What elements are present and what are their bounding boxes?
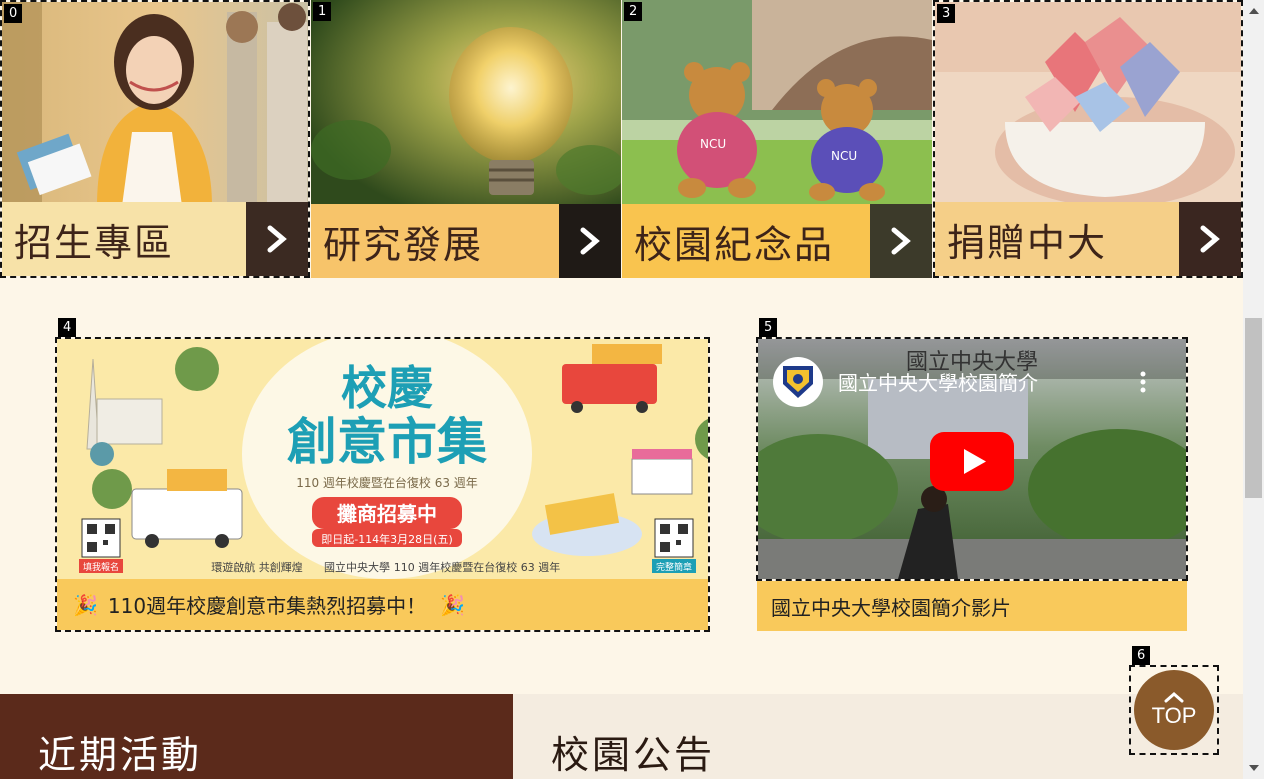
poster-footer-text: 110 週年校慶暨在台復校 63 週年 [394,560,560,574]
category-tiles: 0 招生專區 1 研究發展 2 NCU NCU 校園紀念品 3 捐贈中大 [0,0,1243,278]
scroll-down-arrow-icon[interactable] [1243,759,1264,777]
market-caption[interactable]: 🎉 110週年校慶創意市集熱烈招募中！ 🎉 [57,579,708,630]
svg-text:NCU: NCU [700,137,726,151]
market-caption-text: 110週年校慶創意市集熱烈招募中！ [107,594,427,618]
souvenirs-photo: NCU NCU [622,0,932,204]
poster-footer-slogan: 環遊啟航 共創輝煌 [211,560,303,574]
tile-label: 校園紀念品 [634,222,835,267]
page: 0 招生專區 1 研究發展 2 NCU NCU 校園紀念品 3 捐贈中大 4 校… [0,0,1243,779]
element-badge: 5 [759,318,778,337]
video-card: 國立中央大學 國立中央大學校園簡介 國立中央大學校園簡介影片 [756,337,1188,631]
poster-footer-org: 國立中央大學 [324,560,390,574]
element-badge: 1 [313,2,332,21]
poster-subtitle: 110 週年校慶暨在台復校 63 週年 [296,475,478,490]
poster-date: 即日起-114年3月28日(五) [321,532,453,546]
vertical-scrollbar[interactable] [1243,0,1264,779]
video-caption[interactable]: 國立中央大學校園簡介影片 [757,581,1187,631]
tile-label-bar: 研究發展 [311,204,621,278]
tile-research[interactable]: 1 研究發展 [311,0,621,278]
chevron-right-icon[interactable] [559,204,621,278]
tile-label: 捐贈中大 [947,220,1108,265]
tile-label-bar: 校園紀念品 [622,204,932,278]
scroll-up-arrow-icon[interactable] [1243,2,1264,20]
channel-avatar[interactable] [773,357,823,407]
chevron-up-icon [1164,692,1184,703]
poster-info-label: 完整簡章 [656,561,692,573]
youtube-embed[interactable]: 國立中央大學 國立中央大學校園簡介 [756,337,1188,581]
market-poster[interactable]: 校慶 創意市集 110 週年校慶暨在台復校 63 週年 攤商招募中 即日起-11… [57,339,708,579]
poster-banner: 攤商招募中 [337,502,437,526]
poster-title-1: 校慶 [341,361,433,415]
tile-admissions[interactable]: 0 招生專區 [0,0,310,278]
element-badge: 6 [1132,646,1151,665]
poster-signup-label: 填我報名 [83,561,119,573]
element-badge: 3 [937,4,956,23]
research-photo [311,0,621,204]
tile-souvenirs[interactable]: 2 NCU NCU 校園紀念品 [622,0,932,278]
tile-label-bar: 招生專區 [2,202,308,276]
more-vert-icon[interactable] [1140,371,1146,393]
admissions-photo [2,2,308,206]
element-badge: 4 [58,318,77,337]
scrollbar-thumb[interactable] [1245,318,1262,498]
element-badge: 2 [624,2,643,21]
back-to-top-button[interactable]: TOP [1134,670,1214,750]
tile-donate[interactable]: 3 捐贈中大 [933,0,1243,278]
tile-label-bar: 捐贈中大 [935,202,1241,276]
chevron-right-icon[interactable] [246,202,308,276]
video-title[interactable]: 國立中央大學校園簡介 [838,367,1038,396]
party-popper-icon: 🎉 [73,592,98,617]
play-button-icon[interactable] [930,432,1014,491]
poster-title-2: 創意市集 [287,413,487,471]
chevron-right-icon[interactable] [1179,202,1241,276]
svg-text:NCU: NCU [831,149,857,163]
tile-label: 研究發展 [323,222,484,267]
market-card[interactable]: 校慶 創意市集 110 週年校慶暨在台復校 63 週年 攤商招募中 即日起-11… [55,337,710,632]
party-popper-icon: 🎉 [440,592,465,617]
back-to-top-wrapper: TOP [1129,665,1219,755]
chevron-right-icon[interactable] [870,204,932,278]
recent-events-title: 近期活動 [38,733,203,777]
element-badge: 0 [4,4,23,23]
recent-events-section: 近期活動 [0,694,513,779]
tile-label: 招生專區 [14,220,175,265]
campus-news-title: 校園公告 [551,733,716,777]
donate-photo [935,2,1241,206]
back-to-top-label: TOP [1151,703,1197,728]
